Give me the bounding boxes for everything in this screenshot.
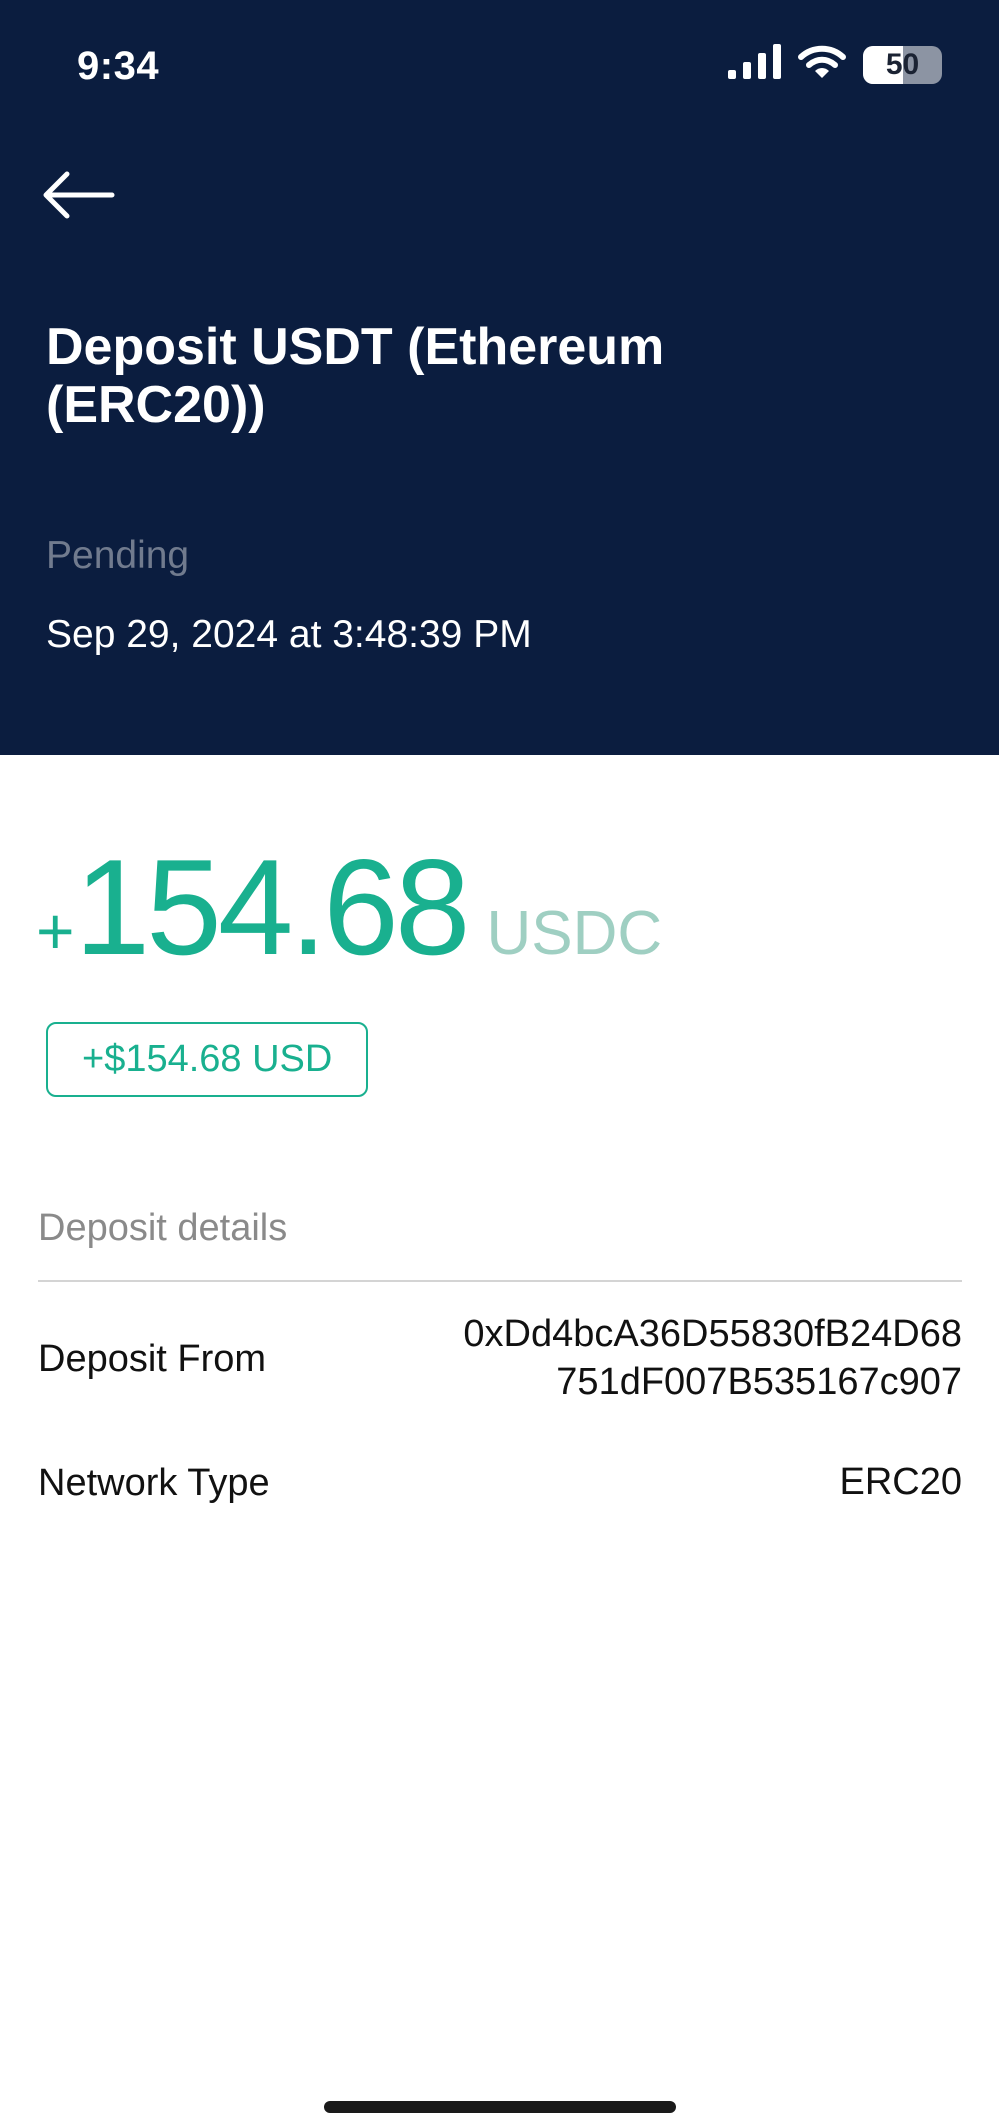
deposit-from-address-line: 751dF007B535167c907 — [556, 1361, 962, 1403]
deposit-from-address: 0xDd4bcA36D55830fB24D68 751dF007B535167c… — [362, 1310, 962, 1406]
deposit-from-address-line: 0xDd4bcA36D55830fB24D68 — [463, 1313, 962, 1355]
amount-value: 154.68 — [74, 831, 471, 983]
battery-icon: 50 — [863, 46, 942, 84]
network-type-value: ERC20 — [839, 1461, 963, 1503]
cellular-signal-icon — [728, 44, 781, 79]
transaction-header: 9:34 50 Deposit USDT (Ethereum (ERC20)) … — [0, 0, 999, 755]
arrow-left-icon — [43, 171, 115, 219]
deposit-from-label: Deposit From — [38, 1338, 267, 1380]
battery-level-text: 50 — [885, 48, 920, 81]
fiat-value-badge: +$154.68 USD — [46, 1022, 369, 1097]
wifi-icon — [798, 45, 846, 78]
deposit-details-heading: Deposit details — [38, 1207, 288, 1249]
deposit-amount: +154.68 USDC — [36, 831, 662, 983]
transaction-timestamp: Sep 29, 2024 at 3:48:39 PM — [46, 613, 532, 656]
transaction-status: Pending — [46, 534, 190, 577]
amount-sign: + — [36, 894, 75, 968]
amount-currency: USDC — [486, 899, 663, 968]
transaction-title: Deposit USDT (Ethereum (ERC20)) — [46, 318, 665, 434]
network-type-label: Network Type — [38, 1462, 270, 1504]
home-indicator — [324, 2101, 676, 2113]
back-button[interactable] — [40, 165, 120, 225]
deposit-detail-screen: 9:34 50 Deposit USDT (Ethereum (ERC20)) … — [0, 0, 999, 2125]
status-time: 9:34 — [77, 44, 160, 88]
details-divider — [38, 1280, 962, 1282]
